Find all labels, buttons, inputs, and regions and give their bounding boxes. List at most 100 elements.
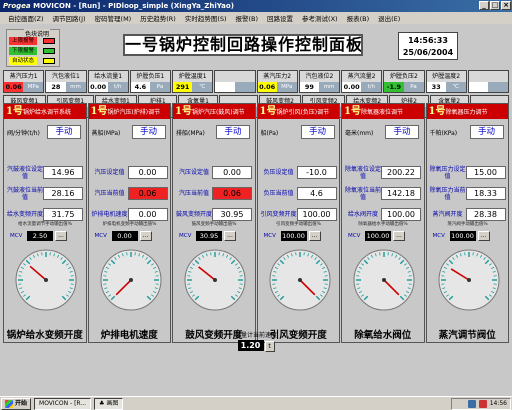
value-label: 汽压当前值 xyxy=(94,190,125,197)
network-icon[interactable] xyxy=(467,400,476,408)
menu-item[interactable]: 参考测试(X) xyxy=(302,13,338,23)
window-titlebar: Progea MOVICON - [Run] - PIDloop_simple … xyxy=(0,0,512,12)
mcv-more-button[interactable]: ... xyxy=(139,230,152,241)
mcv-value[interactable]: 0.00 xyxy=(111,230,138,241)
measurement-value: 0.06 xyxy=(257,82,277,92)
app-brand: Progea xyxy=(3,2,31,10)
gauge-hub xyxy=(297,278,302,282)
mcv-more-button[interactable]: ... xyxy=(477,230,490,241)
value-label: 汽压设定值 xyxy=(94,169,125,176)
menu-item[interactable]: 报警(B) xyxy=(236,13,259,23)
setpoint-input[interactable]: -10.0 xyxy=(296,166,337,179)
feed-rate-button[interactable]: t xyxy=(264,341,275,352)
manual-output-caption: 给水流量调节手动输出值% xyxy=(18,222,72,227)
maximize-button[interactable]: □ xyxy=(490,1,500,10)
setpoint-input[interactable]: 0.00 xyxy=(127,166,168,179)
manual-control-value: MCV 100.00... xyxy=(348,230,420,241)
value-label: 汽压设定值 xyxy=(178,169,209,176)
value-display: 0.06 xyxy=(127,187,168,200)
mcv-value[interactable]: 100.00 xyxy=(449,230,476,241)
start-button[interactable]: 开始 xyxy=(1,397,32,410)
manual-auto-button[interactable]: 手动 xyxy=(385,125,419,139)
value-display[interactable]: 28.38 xyxy=(465,208,506,221)
measurement-cell: 蒸汽压力1 0.06 MPa xyxy=(3,70,45,93)
measurement-value: -1.9 xyxy=(384,82,404,92)
value-display[interactable]: 100.00 xyxy=(296,208,337,221)
mcv-label: MCV xyxy=(94,232,107,239)
measurement-unit: MPa xyxy=(276,82,297,92)
measurement-value: 4.6 xyxy=(134,83,147,91)
mcv-label: MCV xyxy=(10,232,23,239)
menu-item[interactable]: 调节回路(J) xyxy=(53,13,86,23)
setpoint-input[interactable]: 14.96 xyxy=(43,166,83,179)
setpoint-input[interactable]: 15.00 xyxy=(465,166,506,179)
value-label: 汽压当前值 xyxy=(178,190,209,197)
legend-high-alarm-swatch xyxy=(43,38,55,44)
mcv-label: MCV xyxy=(263,232,276,239)
menu-item[interactable]: 密码管理(M) xyxy=(95,13,132,23)
panel-number: 1号 xyxy=(175,106,192,117)
value-row: 除氧液位当前值 142.18 xyxy=(345,185,421,202)
measurement-cell: 炉膛温度1 291 ℃ xyxy=(172,70,214,93)
start-label: 开始 xyxy=(15,399,28,407)
app-tray-icon[interactable] xyxy=(478,400,487,408)
value-row: 负压设定值 -10.0 xyxy=(261,164,337,181)
value-display[interactable]: 0.00 xyxy=(127,208,168,221)
mcv-more-button[interactable]: ... xyxy=(55,230,67,241)
value-row: 除氧压力设定值 15.00 xyxy=(430,164,506,181)
task-movicon[interactable]: MOVICON - [R... xyxy=(34,397,92,410)
value-display[interactable]: 30.95 xyxy=(212,208,252,221)
mcv-value[interactable]: 30.95 xyxy=(196,230,222,241)
value-label: 蒸汽阀开度 xyxy=(432,211,463,218)
measurement-value xyxy=(215,82,234,92)
control-panel: 1号锅炉引风(负压)调节 船(Pa) 手动 负压设定值 -10.0 负压当前值 4.6 引风变… xyxy=(256,103,340,343)
measurement-cell xyxy=(214,70,256,93)
manual-auto-button[interactable]: 手动 xyxy=(216,125,250,139)
value-display[interactable]: 31.75 xyxy=(43,208,83,221)
measurement-label: 蒸汽流量2 xyxy=(342,71,382,82)
mcv-label: MCV xyxy=(179,232,192,239)
tray-clock: 14:56 xyxy=(489,400,507,407)
panel-header-text: 锅炉汽压(鼓风)调节 xyxy=(191,109,245,116)
manual-auto-button[interactable]: 手动 xyxy=(469,125,504,139)
window-title: MOVICON - [Run] - PIDloop_simple (XingYa… xyxy=(33,2,234,10)
menu-item[interactable]: 报表(B) xyxy=(347,13,370,23)
mode-unit-label: 蒸船(MPa) xyxy=(91,129,121,137)
gauge xyxy=(353,249,415,311)
measurement-unit: Pa xyxy=(403,82,424,92)
value-display[interactable]: 100.00 xyxy=(381,208,421,221)
manual-auto-button[interactable]: 手动 xyxy=(131,125,166,139)
manual-output-caption: 引风变频手动输出值% xyxy=(276,222,321,227)
value-row: 汽鼓液位当前值 28.16 xyxy=(7,185,83,202)
mcv-value[interactable]: 2.50 xyxy=(27,230,53,241)
close-button[interactable]: × xyxy=(501,1,511,10)
manual-auto-button[interactable]: 手动 xyxy=(47,125,81,139)
gauge xyxy=(269,249,330,311)
minimize-button[interactable]: _ xyxy=(479,1,489,10)
menu-item[interactable]: 退出(E) xyxy=(378,13,400,23)
menu-item[interactable]: 实时趋势图(S) xyxy=(185,13,227,23)
menu-item[interactable]: 历史趋势(R) xyxy=(140,13,176,23)
setpoint-input[interactable]: 200.22 xyxy=(381,166,421,179)
measurement-unit: mm xyxy=(319,82,339,92)
windows-logo-icon xyxy=(5,399,13,408)
mcv-more-button[interactable]: ... xyxy=(224,230,236,241)
value-label: 除氧压力设定值 xyxy=(429,165,466,180)
menu-item[interactable]: 回路设置 xyxy=(267,13,293,23)
legend-auto-label: 自动状态 xyxy=(9,57,37,65)
manual-auto-button[interactable]: 手动 xyxy=(300,125,335,139)
taskbar: 开始 MOVICON - [R... ♣ 画图 14:56 xyxy=(0,396,512,410)
setpoint-input[interactable]: 0.00 xyxy=(212,166,252,179)
mcv-more-button[interactable]: ... xyxy=(308,230,321,241)
mode-unit-label: 排船(MPa) xyxy=(176,129,205,137)
task-paint[interactable]: ♣ 画图 xyxy=(94,397,124,410)
mcv-value[interactable]: 100.00 xyxy=(280,230,307,241)
measurement-label: 炉膛负压1 xyxy=(130,71,170,82)
gauge xyxy=(15,249,77,311)
menu-item[interactable]: 自控画面(Z) xyxy=(8,13,44,23)
panel-header-text: 锅炉引风(负压)调节 xyxy=(276,109,330,116)
value-display: 28.16 xyxy=(43,187,83,200)
mcv-value[interactable]: 100.00 xyxy=(365,230,391,241)
measurement-value: 33 xyxy=(431,83,441,91)
mcv-more-button[interactable]: ... xyxy=(393,230,405,241)
